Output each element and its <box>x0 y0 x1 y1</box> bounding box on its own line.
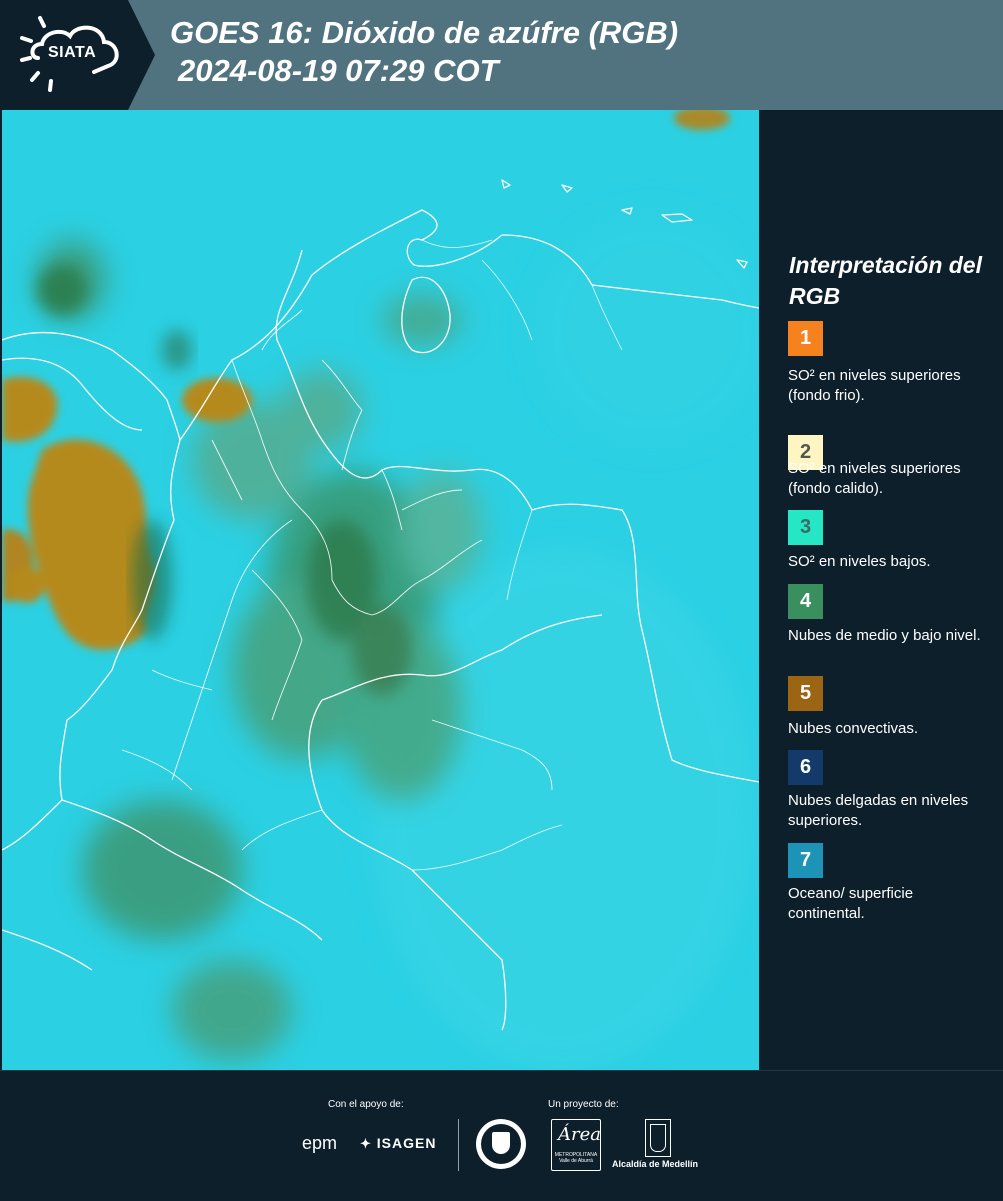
university-seal-icon[interactable] <box>476 1119 526 1169</box>
logo-text: SIATA <box>48 44 97 61</box>
legend-text-5: Nubes convectivas. <box>788 720 919 737</box>
legend-swatch-6: 6 <box>788 750 823 785</box>
page-title: GOES 16: Dióxido de azúfre (RGB) <box>170 15 679 50</box>
rgb-legend: Interpretación del RGB 1 SO² en niveles s… <box>760 110 1003 1070</box>
legend-text-7: Oceano/ superficie continental. <box>788 885 914 922</box>
support-label: Con el apoyo de: <box>328 1099 404 1110</box>
area-metropolitana-logo[interactable]: Área METROPOLITANA Valle de Aburrá <box>551 1119 601 1171</box>
footer: Con el apoyo de: Un proyecto de: epm ✦ I… <box>0 1070 1003 1201</box>
footer-divider <box>458 1119 459 1171</box>
legend-swatch-7: 7 <box>788 843 823 878</box>
epm-logo[interactable]: epm <box>302 1133 337 1154</box>
legend-text-3: SO² en niveles bajos. <box>788 553 931 570</box>
area-logo-script: Área <box>558 1124 601 1145</box>
satellite-map[interactable] <box>2 110 759 1070</box>
legend-swatch-1: 1 <box>788 321 823 356</box>
header-bar: SIATA GOES 16: Dióxido de azúfre (RGB) 2… <box>0 0 1003 110</box>
isagen-logo[interactable]: ✦ ISAGEN <box>360 1135 436 1152</box>
project-label: Un proyecto de: <box>548 1099 619 1110</box>
area-logo-small: METROPOLITANA Valle de Aburrá <box>554 1152 598 1164</box>
legend-text-6: Nubes delgadas en niveles superiores. <box>788 792 969 829</box>
satellite-image <box>2 110 759 1070</box>
legend-swatch-4: 4 <box>788 584 823 619</box>
legend-swatch-5: 5 <box>788 676 823 711</box>
isagen-mark-icon: ✦ <box>360 1136 372 1151</box>
legend-title: Interpretación del RGB <box>789 252 982 309</box>
legend-text-1: SO² en niveles superiores (fondo frio). <box>788 367 961 404</box>
page-timestamp: 2024-08-19 07:29 COT <box>178 53 499 88</box>
epm-logo-text: epm <box>302 1133 338 1153</box>
siata-logo[interactable]: SIATA <box>0 0 155 110</box>
legend-text-4: Nubes de medio y bajo nivel. <box>788 627 981 644</box>
legend-text-2: SO² en niveles superiores (fondo calido)… <box>788 460 961 497</box>
alcaldia-medellin-label: Alcaldía de Medellín <box>612 1159 699 1169</box>
medellin-shield-icon[interactable] <box>645 1119 671 1157</box>
isagen-logo-text: ISAGEN <box>376 1135 437 1151</box>
legend-swatch-3: 3 <box>788 510 823 545</box>
